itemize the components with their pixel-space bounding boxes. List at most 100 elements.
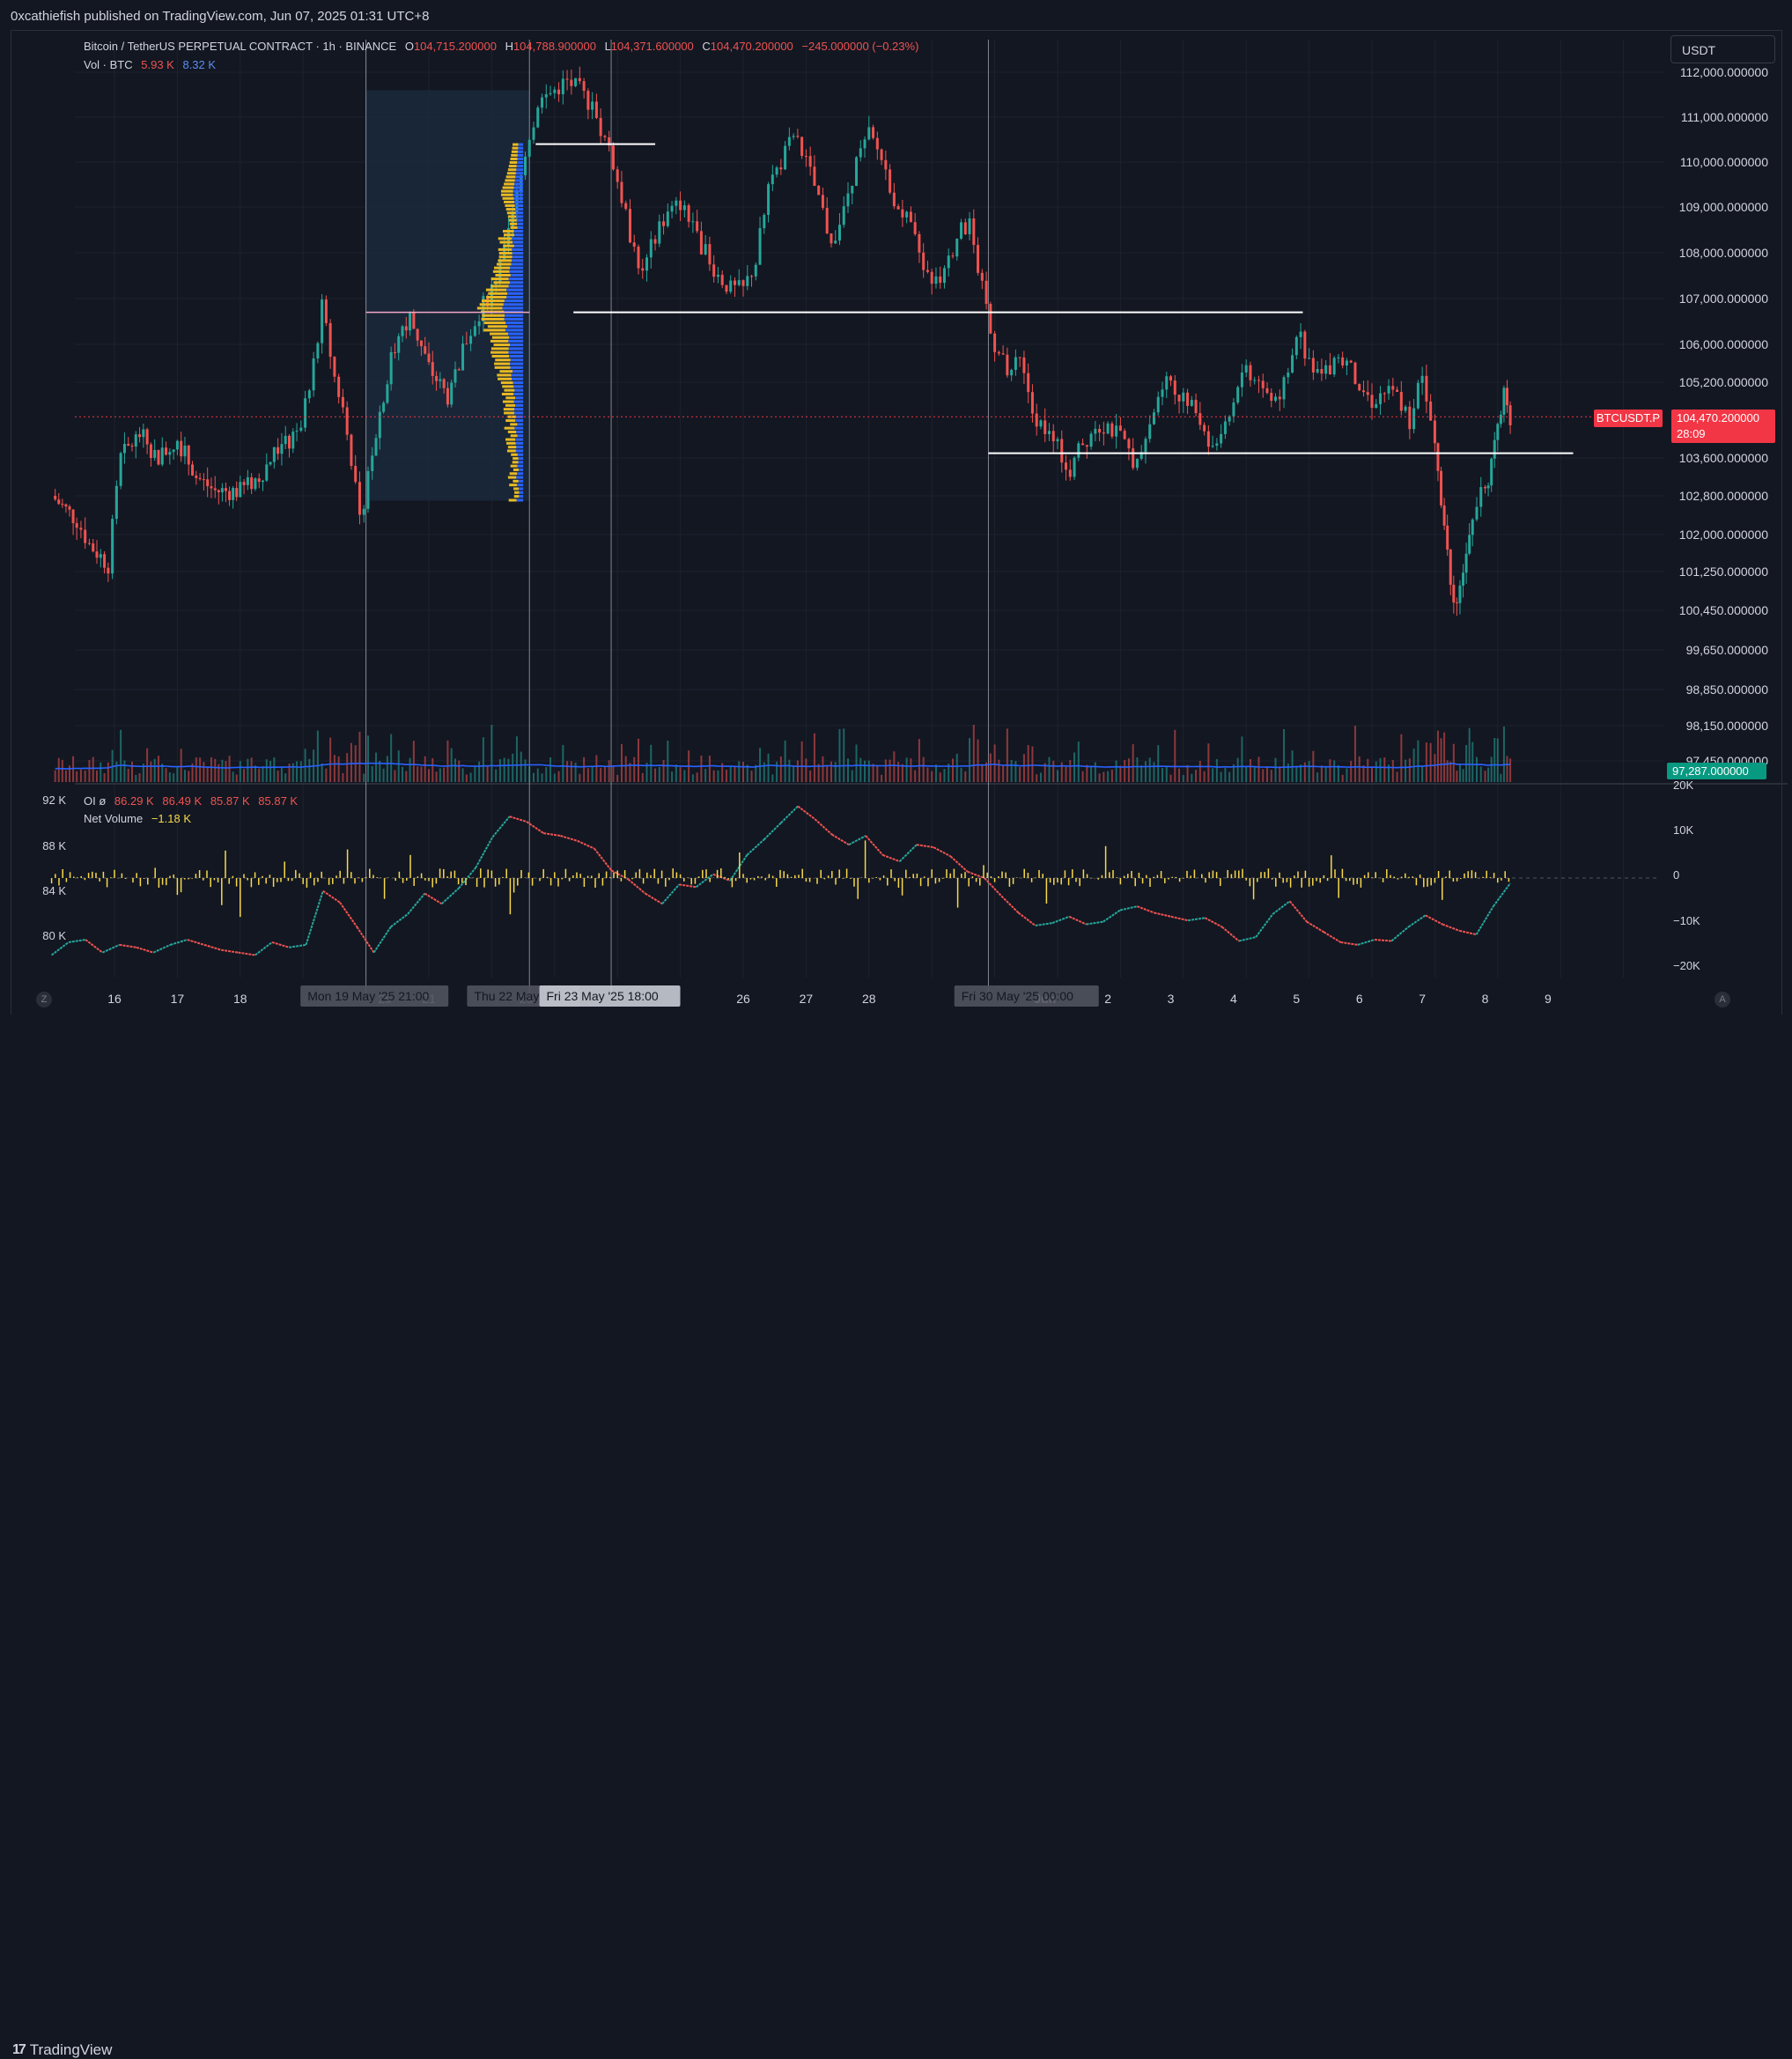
candle-body (527, 139, 531, 157)
oi-line-segment (101, 943, 121, 954)
profile-bar-down (518, 150, 524, 153)
profile-bar-up (513, 143, 519, 146)
candle-body (1358, 383, 1361, 391)
candle-body (532, 127, 535, 140)
candle-body (980, 272, 984, 281)
oi-line-segment (831, 833, 850, 846)
close-label: C (702, 40, 711, 53)
candle-body (1223, 421, 1227, 434)
candle-body (934, 276, 938, 284)
candle-body (758, 228, 762, 265)
candle-body (620, 181, 623, 203)
profile-bar-up (504, 182, 515, 186)
profile-bar-down (515, 175, 524, 179)
candle-body (1484, 487, 1487, 489)
candle-body (284, 435, 287, 445)
net-volume-legend[interactable]: Net Volume −1.18 K (84, 812, 191, 825)
currency-button[interactable]: USDT (1670, 35, 1775, 63)
candle-body (232, 488, 235, 500)
candle-body (1299, 331, 1302, 337)
profile-bar-up (498, 377, 513, 380)
candle-body (435, 375, 439, 381)
symbol-legend[interactable]: Bitcoin / TetherUS PERPETUAL CONTRACT · … (84, 40, 918, 53)
oi-legend[interactable]: OI ø 86.29 K 86.49 K 85.87 K 85.87 K (84, 794, 298, 808)
profile-bar-up (508, 498, 517, 502)
profile-bar-up (490, 332, 508, 336)
low-label: L (604, 40, 611, 53)
profile-bar-down (515, 208, 524, 211)
candle-body (1311, 358, 1315, 373)
zoom-reset-button[interactable]: Z (36, 992, 52, 1007)
profile-bar-down (513, 186, 524, 189)
candle-body (905, 211, 909, 218)
candle-body (1420, 375, 1424, 383)
candle-body (350, 434, 353, 467)
candle-body (624, 203, 628, 210)
candle-body (1115, 425, 1118, 437)
candle-body (1232, 402, 1235, 417)
profile-bar-down (508, 339, 524, 343)
profile-bar-up (481, 299, 505, 303)
candle-body (1274, 396, 1278, 402)
profile-bar-down (517, 453, 524, 456)
oi-line-segment (814, 818, 833, 836)
candle-body (1366, 392, 1369, 395)
candle-body (242, 482, 246, 485)
volume-legend[interactable]: Vol · BTC 5.93 K 8.32 K (84, 58, 216, 71)
oi-line-segment (949, 855, 969, 873)
candle-body (358, 482, 361, 515)
candle-body (889, 169, 892, 193)
candle-body (378, 411, 381, 439)
candle-body (175, 440, 179, 450)
candle-body (544, 93, 548, 98)
oi-line-segment (119, 943, 137, 948)
candle-body (737, 280, 741, 285)
candle-body (653, 239, 657, 244)
price-tag-price: 104,470.200000 (1677, 411, 1759, 424)
candle-body (1035, 413, 1038, 427)
oi-line-segment (1170, 915, 1189, 922)
candle-body (993, 333, 997, 352)
profile-bar-up (493, 281, 510, 284)
candle-body (767, 184, 771, 215)
candle-body (454, 369, 457, 383)
oi-line-segment (339, 902, 358, 928)
profile-bar-up (495, 358, 511, 362)
profile-bar-down (518, 146, 524, 150)
price-tag-box: 104,470.200000 28:09 (1671, 410, 1775, 443)
candle-body (246, 476, 249, 485)
profile-bar-up (483, 328, 505, 332)
profile-bar-up (509, 222, 518, 225)
candle-body (1161, 389, 1164, 397)
chart-canvas[interactable]: 112,000.000000 111,000.000000 110,000.0000… (0, 0, 1792, 1054)
profile-bar-down (511, 262, 524, 266)
candle-body (1006, 354, 1009, 376)
oi-line-segment (221, 948, 239, 954)
oi-line-segment (1255, 913, 1274, 938)
profile-bar-up (505, 208, 516, 211)
oi-line-segment (1017, 911, 1036, 926)
date-axis-label: 16 (107, 992, 122, 1006)
date-axis-label: 9 (1545, 992, 1552, 1006)
candle-body (61, 504, 64, 506)
candle-body (649, 239, 653, 258)
candle-body (239, 482, 242, 498)
candle-body (741, 280, 745, 286)
price-axis-label: 98,150.000000 (1686, 719, 1769, 733)
oi-line-segment (1220, 926, 1240, 942)
candle-body (337, 376, 341, 397)
profile-bar-up (506, 211, 516, 215)
profile-bar-up (502, 400, 514, 403)
candle-body (720, 275, 724, 285)
oi-line-segment (1154, 911, 1172, 918)
candle-body (265, 464, 269, 481)
oi-line-segment (1204, 917, 1223, 928)
price-axis-label: 102,800.000000 (1679, 489, 1768, 503)
oi-line-segment (1425, 914, 1443, 926)
profile-bar-up (513, 479, 519, 483)
auto-scale-button[interactable]: A (1715, 992, 1730, 1007)
candle-body (99, 554, 102, 558)
candle-body (1383, 393, 1386, 395)
candle-body (918, 233, 921, 253)
tradingview-logo[interactable]: 17 TradingView (12, 2041, 112, 2059)
